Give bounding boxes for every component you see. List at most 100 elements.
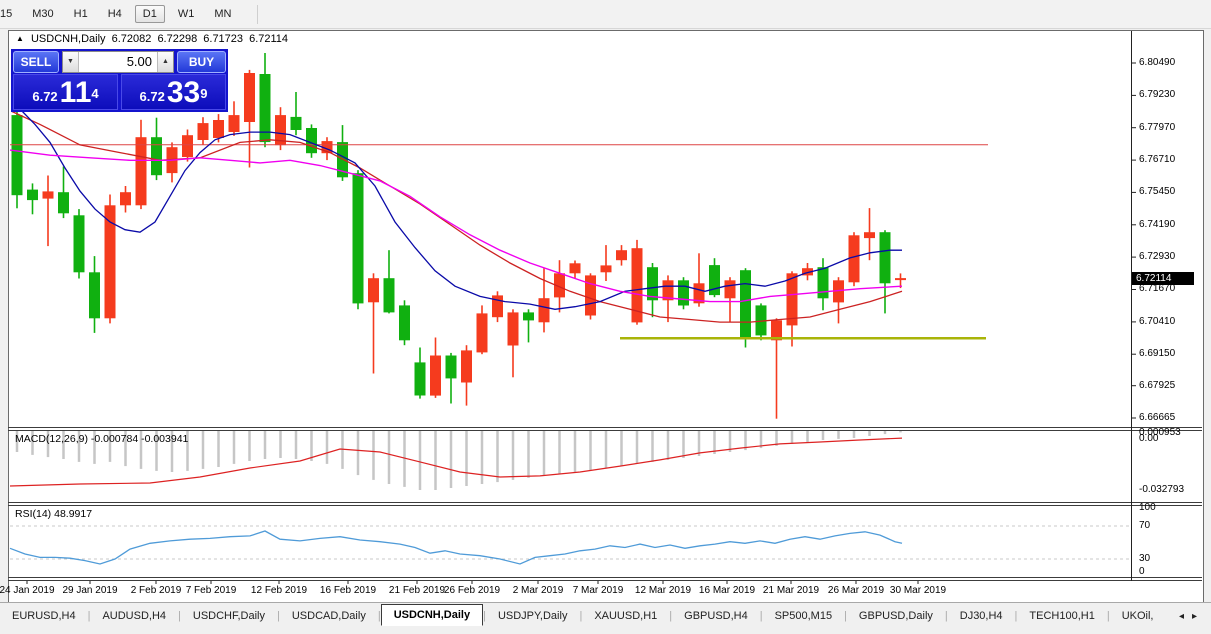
candle-body bbox=[213, 120, 224, 138]
candle-body bbox=[849, 235, 860, 282]
date-axis-label: 29 Jan 2019 bbox=[62, 585, 117, 596]
candle-body bbox=[399, 305, 410, 340]
candle-body bbox=[27, 190, 38, 201]
candle-body bbox=[291, 117, 302, 130]
ohlc-high: 6.72298 bbox=[157, 33, 197, 45]
macd-axis-label: -0.032793 bbox=[1139, 484, 1184, 495]
price-axis-label: 6.67925 bbox=[1139, 380, 1175, 391]
tab-usdjpy-daily[interactable]: USDJPY,Daily bbox=[486, 606, 580, 626]
candle-body bbox=[678, 280, 689, 305]
candle-body bbox=[415, 362, 426, 395]
rsi-axis-label: 70 bbox=[1139, 520, 1150, 531]
tab-usdcad-daily[interactable]: USDCAD,Daily bbox=[280, 606, 378, 626]
candle-body bbox=[725, 280, 736, 298]
price-axis-label: 6.77970 bbox=[1139, 122, 1175, 133]
tab-xauusd-h1[interactable]: XAUUSD,H1 bbox=[582, 606, 669, 626]
tab-sp500-m15[interactable]: SP500,M15 bbox=[763, 606, 844, 626]
tab-gbpusd-h4[interactable]: GBPUSD,H4 bbox=[672, 606, 760, 626]
candle-body bbox=[151, 137, 162, 175]
candle-body bbox=[477, 313, 488, 352]
price-axis-label: 6.74190 bbox=[1139, 219, 1175, 230]
candle-body bbox=[136, 137, 147, 205]
tab-gbpusd-daily[interactable]: GBPUSD,Daily bbox=[847, 606, 945, 626]
candle-body bbox=[74, 215, 85, 272]
sell-button[interactable]: SELL bbox=[13, 51, 59, 73]
tab-dj30-h4[interactable]: DJ30,H4 bbox=[948, 606, 1015, 626]
candle-body bbox=[368, 278, 379, 302]
sell-price-box[interactable]: 6.72 11 4 bbox=[13, 74, 118, 110]
price-axis-label: 6.76710 bbox=[1139, 154, 1175, 165]
candle-body bbox=[12, 115, 23, 195]
chart-title: ▲ USDCNH,Daily 6.72082 6.72298 6.71723 6… bbox=[16, 33, 291, 45]
rsi-axis-label: 30 bbox=[1139, 553, 1150, 564]
ohlc-low: 6.71723 bbox=[203, 33, 243, 45]
candle-body bbox=[585, 275, 596, 315]
date-axis-label: 2 Mar 2019 bbox=[513, 585, 564, 596]
date-axis-label: 26 Mar 2019 bbox=[828, 585, 884, 596]
candle-body bbox=[353, 173, 364, 303]
price-axis-label: 6.79230 bbox=[1139, 89, 1175, 100]
price-axis-label: 6.72930 bbox=[1139, 251, 1175, 262]
one-click-trade-panel: SELL ▼ 5.00 ▲ BUY 6.72 11 4 6.72 33 9 bbox=[11, 49, 228, 112]
date-axis-label: 7 Mar 2019 bbox=[573, 585, 624, 596]
current-price-tag: 6.72114 bbox=[1132, 272, 1194, 285]
price-axis-label: 6.80490 bbox=[1139, 57, 1175, 68]
candle-body bbox=[740, 270, 751, 338]
candle-body bbox=[508, 312, 519, 345]
chart-symbol-label: USDCNH,Daily bbox=[31, 33, 106, 45]
macd-label: MACD(12,26,9) -0.000784 -0.003941 bbox=[15, 433, 188, 445]
candle-body bbox=[43, 191, 54, 198]
candle-body bbox=[895, 278, 906, 280]
buy-button[interactable]: BUY bbox=[177, 51, 226, 73]
sell-price-big: 11 bbox=[60, 79, 92, 107]
candle-body bbox=[616, 250, 627, 260]
candle-body bbox=[818, 267, 829, 298]
candle-body bbox=[461, 350, 472, 382]
price-axis-label: 6.66665 bbox=[1139, 412, 1175, 423]
date-axis-label: 12 Mar 2019 bbox=[635, 585, 691, 596]
candle-body bbox=[430, 356, 441, 396]
volume-increase-icon[interactable]: ▲ bbox=[157, 52, 173, 72]
tab-usdchf-daily[interactable]: USDCHF,Daily bbox=[181, 606, 277, 626]
tab-audusd-h4[interactable]: AUDUSD,H4 bbox=[90, 606, 178, 626]
tab-usdcnh-daily[interactable]: USDCNH,Daily bbox=[381, 604, 483, 626]
date-axis-label: 21 Feb 2019 bbox=[389, 585, 445, 596]
date-axis-label: 26 Feb 2019 bbox=[444, 585, 500, 596]
tab-ukoil-[interactable]: UKOil, bbox=[1110, 606, 1166, 626]
macd-signal-line bbox=[10, 438, 902, 486]
date-axis-label: 12 Feb 2019 bbox=[251, 585, 307, 596]
date-axis-label: 21 Mar 2019 bbox=[763, 585, 819, 596]
scroll-left-icon[interactable]: ◂ bbox=[1179, 611, 1184, 622]
candle-body bbox=[570, 263, 581, 273]
volume-input[interactable]: 5.00 bbox=[79, 52, 157, 72]
candle-body bbox=[384, 278, 395, 312]
date-axis-label: 30 Mar 2019 bbox=[890, 585, 946, 596]
price-axis-label: 6.69150 bbox=[1139, 348, 1175, 359]
volume-dropdown-icon[interactable]: ▼ bbox=[63, 52, 79, 72]
candle-body bbox=[880, 232, 891, 283]
tab-tech100-h1[interactable]: TECH100,H1 bbox=[1017, 606, 1106, 626]
rsi-axis-label: 0 bbox=[1139, 566, 1145, 577]
candle-body bbox=[198, 123, 209, 140]
volume-control: ▼ 5.00 ▲ bbox=[62, 51, 174, 73]
buy-price-sup: 9 bbox=[200, 75, 207, 113]
candle-body bbox=[182, 135, 193, 157]
candle-body bbox=[306, 128, 317, 153]
buy-price-box[interactable]: 6.72 33 9 bbox=[121, 74, 226, 110]
rsi-axis-label: 100 bbox=[1139, 502, 1156, 513]
sell-price-sup: 4 bbox=[91, 75, 98, 113]
price-axis-label: 6.70410 bbox=[1139, 316, 1175, 327]
date-axis-label: 16 Mar 2019 bbox=[699, 585, 755, 596]
buy-price-big: 33 bbox=[167, 79, 200, 107]
date-axis-label: 7 Feb 2019 bbox=[186, 585, 237, 596]
ohlc-open: 6.72082 bbox=[112, 33, 152, 45]
rsi-label: RSI(14) 48.9917 bbox=[15, 508, 92, 520]
candle-body bbox=[709, 265, 720, 295]
candle-body bbox=[601, 265, 612, 272]
tab-eurusd-h4[interactable]: EURUSD,H4 bbox=[0, 606, 88, 626]
candle-body bbox=[89, 272, 100, 318]
date-axis-label: 2 Feb 2019 bbox=[131, 585, 182, 596]
date-axis-label: 24 Jan 2019 bbox=[0, 585, 55, 596]
collapse-chart-icon[interactable]: ▲ bbox=[16, 34, 24, 43]
scroll-right-icon[interactable]: ▸ bbox=[1192, 611, 1197, 622]
